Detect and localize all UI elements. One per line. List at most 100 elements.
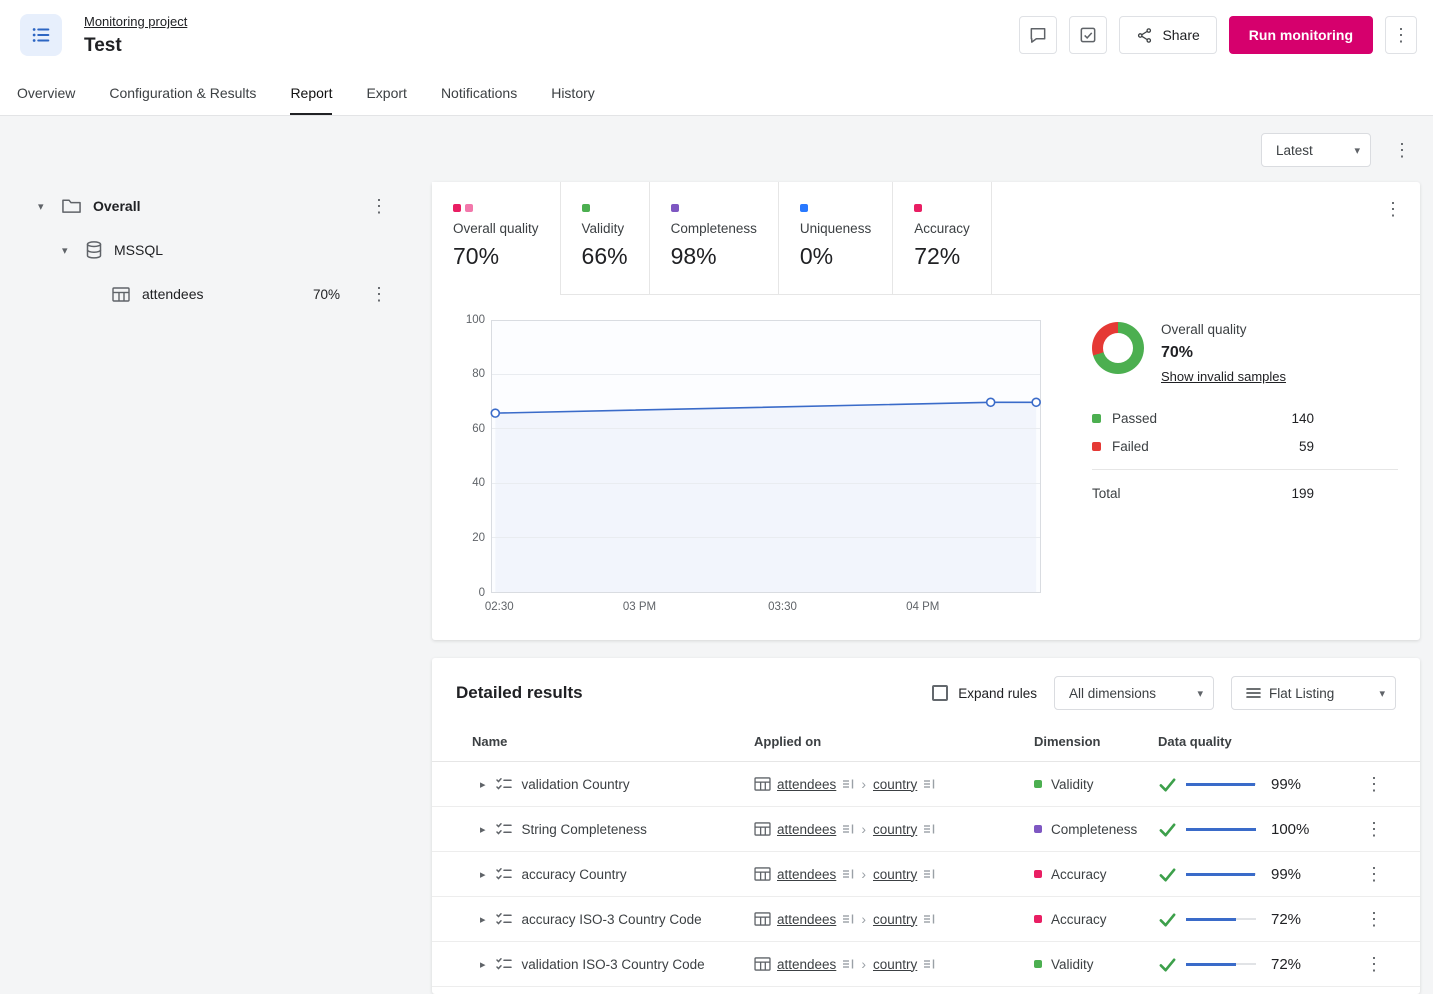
tree-overall-kebab-menu[interactable]: ⋮ bbox=[366, 195, 392, 217]
row-kebab-menu[interactable]: ⋮ bbox=[1361, 908, 1387, 930]
expand-caret-icon[interactable]: ▸ bbox=[480, 958, 486, 971]
table-link[interactable]: attendees bbox=[777, 957, 836, 972]
chevron-right-icon: › bbox=[860, 821, 867, 837]
run-monitoring-button[interactable]: Run monitoring bbox=[1229, 16, 1373, 54]
table-link[interactable]: attendees bbox=[777, 777, 836, 792]
tab-history[interactable]: History bbox=[551, 70, 595, 115]
caret-down-icon[interactable]: ▾ bbox=[38, 200, 50, 213]
quality-percent: 72% bbox=[1271, 956, 1317, 973]
table-row: ▸ accuracy Country attendees › country bbox=[432, 852, 1420, 897]
rule-name-cell: ▸ validation Country bbox=[472, 777, 754, 792]
profile-icon[interactable] bbox=[842, 868, 854, 880]
applied-on-cell: attendees › country bbox=[754, 956, 1034, 972]
tasks-button[interactable] bbox=[1069, 16, 1107, 54]
scorecard-value: 66% bbox=[582, 243, 628, 270]
tab-overview[interactable]: Overview bbox=[17, 70, 75, 115]
overview-card-kebab-menu[interactable]: ⋮ bbox=[1380, 198, 1406, 220]
total-value: 199 bbox=[1291, 486, 1314, 501]
tab-report[interactable]: Report bbox=[290, 70, 332, 115]
project-list-button[interactable] bbox=[20, 14, 62, 56]
profile-icon[interactable] bbox=[842, 913, 854, 925]
share-button[interactable]: Share bbox=[1119, 16, 1216, 54]
breadcrumb[interactable]: Monitoring project bbox=[84, 14, 187, 29]
show-invalid-samples-link[interactable]: Show invalid samples bbox=[1161, 369, 1286, 384]
scorecard-overall-quality[interactable]: Overall quality 70% bbox=[432, 182, 561, 294]
row-kebab-menu[interactable]: ⋮ bbox=[1361, 818, 1387, 840]
profile-icon[interactable] bbox=[842, 778, 854, 790]
scorecard-dots bbox=[914, 204, 970, 212]
scorecard-uniqueness[interactable]: Uniqueness 0% bbox=[779, 182, 893, 294]
applied-on-cell: attendees › country bbox=[754, 911, 1034, 927]
profile-icon[interactable] bbox=[923, 913, 935, 925]
tree-item-label: Overall bbox=[93, 198, 140, 214]
quality-bar bbox=[1186, 828, 1256, 830]
tree-attendees-kebab-menu[interactable]: ⋮ bbox=[366, 283, 392, 305]
tree-item-overall[interactable]: ▾ Overall ⋮ bbox=[28, 184, 392, 228]
dimension-cell: Validity bbox=[1034, 957, 1158, 972]
row-kebab-menu[interactable]: ⋮ bbox=[1361, 773, 1387, 795]
table-link[interactable]: attendees bbox=[777, 912, 836, 927]
row-kebab-menu[interactable]: ⋮ bbox=[1361, 953, 1387, 975]
tab-notifications[interactable]: Notifications bbox=[441, 70, 517, 115]
applied-on-cell: attendees › country bbox=[754, 776, 1034, 792]
dimension-scorecards: Overall quality 70% Validity 66% bbox=[432, 182, 1420, 295]
table-row: ▸ String Completeness attendees › countr… bbox=[432, 807, 1420, 852]
dimension-dot bbox=[453, 204, 461, 212]
column-link[interactable]: country bbox=[873, 822, 917, 837]
expand-caret-icon[interactable]: ▸ bbox=[480, 913, 486, 926]
failed-value: 59 bbox=[1299, 439, 1314, 454]
profile-icon[interactable] bbox=[923, 958, 935, 970]
quality-bar-fill bbox=[1186, 783, 1255, 786]
header-kebab-menu[interactable]: ⋮ bbox=[1385, 16, 1417, 54]
comments-button[interactable] bbox=[1019, 16, 1057, 54]
chart-y-axis: 020406080100 bbox=[457, 320, 485, 593]
tab-export[interactable]: Export bbox=[366, 70, 406, 115]
expand-rules-checkbox[interactable]: Expand rules bbox=[932, 685, 1037, 701]
quality-bar-fill bbox=[1186, 963, 1236, 966]
column-link[interactable]: country bbox=[873, 957, 917, 972]
data-quality-cell: 99% bbox=[1158, 866, 1344, 883]
table-icon bbox=[754, 777, 771, 791]
column-link[interactable]: country bbox=[873, 912, 917, 927]
caret-down-icon[interactable]: ▾ bbox=[62, 244, 74, 257]
chart-line-svg bbox=[492, 321, 1040, 592]
table-link[interactable]: attendees bbox=[777, 867, 836, 882]
rule-icon bbox=[496, 957, 512, 971]
profile-icon[interactable] bbox=[923, 868, 935, 880]
checklist-icon bbox=[30, 24, 52, 46]
chevron-right-icon: › bbox=[860, 911, 867, 927]
profile-icon[interactable] bbox=[842, 823, 854, 835]
dimension-filter-dropdown[interactable]: All dimensions ▾ bbox=[1054, 676, 1214, 710]
app-header: Monitoring project Test Share Run monito… bbox=[0, 0, 1433, 70]
scorecard-accuracy[interactable]: Accuracy 72% bbox=[893, 182, 992, 294]
legend-failed-row: Failed 59 bbox=[1092, 432, 1398, 460]
table-icon bbox=[754, 822, 771, 836]
column-link[interactable]: country bbox=[873, 867, 917, 882]
scorecard-value: 70% bbox=[453, 243, 539, 270]
tree-item-mssql[interactable]: ▾ MSSQL bbox=[28, 228, 392, 272]
table-link[interactable]: attendees bbox=[777, 822, 836, 837]
tab-configuration-results[interactable]: Configuration & Results bbox=[109, 70, 256, 115]
scorecard-label: Overall quality bbox=[453, 221, 539, 236]
version-dropdown[interactable]: Latest ▾ bbox=[1261, 133, 1371, 167]
tree-panel: ▾ Overall ⋮ ▾ MSSQL attendees 70% bbox=[0, 182, 432, 994]
scorecard-completeness[interactable]: Completeness 98% bbox=[650, 182, 779, 294]
tab-bar: Overview Configuration & Results Report … bbox=[0, 70, 1433, 116]
scorecard-validity[interactable]: Validity 66% bbox=[561, 182, 650, 294]
total-label: Total bbox=[1092, 486, 1121, 501]
expand-caret-icon[interactable]: ▸ bbox=[480, 868, 486, 881]
tree-item-attendees[interactable]: attendees 70% ⋮ bbox=[28, 272, 392, 316]
profile-icon[interactable] bbox=[923, 778, 935, 790]
checkbox-box[interactable] bbox=[932, 685, 948, 701]
listing-mode-value: Flat Listing bbox=[1269, 686, 1359, 701]
profile-icon[interactable] bbox=[842, 958, 854, 970]
listing-mode-dropdown[interactable]: Flat Listing ▾ bbox=[1231, 676, 1396, 710]
expand-caret-icon[interactable]: ▸ bbox=[480, 823, 486, 836]
report-kebab-menu[interactable]: ⋮ bbox=[1389, 139, 1415, 161]
row-kebab-menu[interactable]: ⋮ bbox=[1361, 863, 1387, 885]
profile-icon[interactable] bbox=[923, 823, 935, 835]
scorecard-value: 98% bbox=[671, 243, 757, 270]
rule-name: validation ISO-3 Country Code bbox=[522, 957, 705, 972]
expand-caret-icon[interactable]: ▸ bbox=[480, 778, 486, 791]
column-link[interactable]: country bbox=[873, 777, 917, 792]
